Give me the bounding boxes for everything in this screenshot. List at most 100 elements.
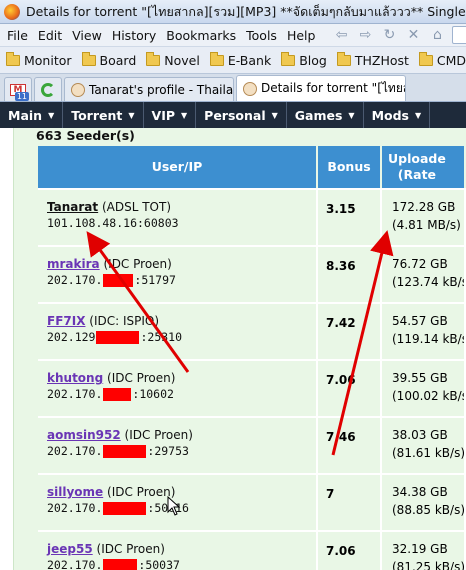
ip-redaction-block bbox=[103, 558, 138, 570]
ip-redaction-block bbox=[103, 444, 147, 458]
bookmark-folder[interactable]: Monitor bbox=[6, 51, 72, 68]
bookmark-folder[interactable]: Blog bbox=[281, 51, 327, 68]
title-bar: Details for torrent "[ไทยสากล][รวม][MP3]… bbox=[0, 0, 466, 24]
upload-rate: (4.81 MB/s) bbox=[392, 218, 461, 232]
menu-bar: File Edit View History Bookmarks Tools H… bbox=[0, 24, 466, 46]
ip-address: 202.170.:51797 bbox=[47, 273, 316, 287]
bookmark-folder[interactable]: THZHost bbox=[336, 51, 409, 68]
ip-port: :50037 bbox=[138, 558, 180, 570]
menu-edit[interactable]: Edit bbox=[33, 28, 67, 43]
reload-icon[interactable]: ↻ bbox=[380, 27, 398, 43]
address-bar[interactable] bbox=[452, 26, 466, 44]
header-user-ip: User/IP bbox=[38, 146, 318, 188]
ip-redaction-block bbox=[103, 387, 132, 401]
seeder-table: User/IP Bonus Uploade (Rate Tanarat (ADSL… bbox=[38, 146, 466, 570]
ip-port: :25310 bbox=[140, 330, 183, 344]
cell-bonus: 7.06 bbox=[318, 361, 382, 416]
bookmark-folder[interactable]: E-Bank bbox=[209, 51, 272, 68]
menu-history[interactable]: History bbox=[107, 28, 161, 43]
tab-profile[interactable]: Tanarat's profile - Thailand Bittorrent … bbox=[64, 77, 234, 101]
uploaded-amount: 76.72 GB bbox=[392, 257, 448, 271]
cell-uploaded: 34.38 GB (88.85 kB/s) bbox=[382, 475, 466, 530]
nav-mods[interactable]: Mods ▼ bbox=[364, 102, 431, 128]
cell-uploaded: 172.28 GB (4.81 MB/s) bbox=[382, 190, 466, 245]
uploaded-amount: 172.28 GB bbox=[392, 200, 456, 214]
dropdown-arrow-icon: ▼ bbox=[415, 110, 422, 120]
username-link[interactable]: FF7IX bbox=[47, 314, 85, 328]
menu-bookmarks[interactable]: Bookmarks bbox=[161, 28, 241, 43]
menu-tools[interactable]: Tools bbox=[241, 28, 282, 43]
tab-torrent-details[interactable]: Details for torrent "[ไทยส bbox=[236, 75, 406, 101]
folder-icon bbox=[209, 51, 224, 66]
folder-icon bbox=[281, 51, 296, 66]
ip-port: :51797 bbox=[134, 273, 176, 287]
bookmark-folder[interactable]: Novel bbox=[146, 51, 200, 68]
tab-label: Tanarat's profile - Thailand Bittorrent … bbox=[89, 82, 234, 97]
table-row: jeep55 (IDC Proen) 202.170.:50037 7.06 3… bbox=[38, 530, 466, 570]
unread-count-badge: 11 bbox=[14, 92, 29, 101]
menu-help[interactable]: Help bbox=[282, 28, 321, 43]
header-uploaded: Uploade (Rate bbox=[382, 146, 466, 188]
nav-personal[interactable]: Personal ▼ bbox=[196, 102, 287, 128]
loading-icon bbox=[41, 82, 55, 97]
nav-main[interactable]: Main ▼ bbox=[0, 102, 64, 128]
folder-icon bbox=[146, 51, 161, 66]
dropdown-arrow-icon: ▼ bbox=[348, 110, 355, 120]
nav-label: Mods bbox=[371, 107, 409, 123]
username-link[interactable]: mrakira bbox=[47, 257, 100, 271]
bookmark-label: Blog bbox=[299, 52, 327, 68]
isp-label: (IDC Proen) bbox=[107, 371, 176, 385]
username-link[interactable]: Tanarat bbox=[47, 200, 98, 214]
ip-address: 202.170.:10602 bbox=[47, 387, 316, 401]
nav-torrent[interactable]: Torrent ▼ bbox=[63, 102, 144, 128]
menu-file[interactable]: File bbox=[2, 28, 33, 43]
ip-prefix: 202.170. bbox=[47, 444, 103, 458]
cell-user-ip: sillyome (IDC Proen) 202.170.:50016 bbox=[38, 475, 318, 530]
header-uploaded-line2: (Rate bbox=[397, 167, 437, 182]
dropdown-arrow-icon: ▼ bbox=[128, 110, 135, 120]
home-icon[interactable]: ⌂ bbox=[428, 27, 446, 43]
cell-user-ip: Tanarat (ADSL TOT) 101.108.48.16:60803 bbox=[38, 190, 318, 245]
upload-rate: (123.74 kB/s bbox=[392, 275, 466, 289]
bookmark-label: CMD bbox=[436, 52, 466, 68]
bookmark-label: E-Bank bbox=[227, 52, 272, 68]
isp-label: (IDC Proen) bbox=[107, 485, 176, 499]
uploaded-amount: 38.03 GB bbox=[392, 428, 448, 442]
tab-loading[interactable] bbox=[34, 77, 62, 101]
tab-gmail[interactable]: M 11 bbox=[4, 77, 32, 101]
cell-bonus: 7 bbox=[318, 475, 382, 530]
table-body: Tanarat (ADSL TOT) 101.108.48.16:60803 3… bbox=[38, 188, 466, 570]
window-title: Details for torrent "[ไทยสากล][รวม][MP3]… bbox=[26, 3, 466, 19]
table-row: FF7IX (IDC: ISPIO) 202.129:25310 7.42 54… bbox=[38, 302, 466, 359]
bookmark-folder[interactable]: CMD bbox=[418, 51, 466, 68]
menu-view[interactable]: View bbox=[67, 28, 107, 43]
ip-prefix: 202.129 bbox=[47, 330, 96, 344]
uploaded-amount: 39.55 GB bbox=[392, 371, 448, 385]
table-row: khutong (IDC Proen) 202.170.:10602 7.06 … bbox=[38, 359, 466, 416]
bookmark-label: THZHost bbox=[354, 52, 409, 68]
ip-prefix: 202.170. bbox=[47, 558, 103, 570]
site-nav: Main ▼ Torrent ▼ VIP ▼ Personal ▼ Games ▼ Mod… bbox=[0, 102, 466, 128]
ip-address: 202.170.:29753 bbox=[47, 444, 316, 458]
stop-icon[interactable]: ✕ bbox=[404, 27, 422, 43]
nav-vip[interactable]: VIP ▼ bbox=[144, 102, 197, 128]
username-link[interactable]: sillyome bbox=[47, 485, 103, 499]
isp-label: (IDC Proen) bbox=[96, 542, 165, 556]
site-favicon-icon bbox=[243, 81, 257, 96]
ip-prefix: 202.170. bbox=[47, 387, 103, 401]
bookmark-folder[interactable]: Board bbox=[81, 51, 136, 68]
cell-user-ip: jeep55 (IDC Proen) 202.170. :50037 bbox=[38, 532, 318, 570]
nav-games[interactable]: Games ▼ bbox=[287, 102, 364, 128]
username-link[interactable]: aomsin952 bbox=[47, 428, 121, 442]
nav-label: Personal bbox=[204, 107, 266, 123]
folder-icon bbox=[418, 51, 433, 66]
username-link[interactable]: jeep55 bbox=[47, 542, 93, 556]
upload-rate: (81.61 kB/s) bbox=[392, 446, 466, 460]
cell-bonus: 3.15 bbox=[318, 190, 382, 245]
nav-label: Torrent bbox=[71, 107, 123, 123]
cell-bonus: 7.46 bbox=[318, 418, 382, 473]
forward-arrow-icon[interactable]: ⇨ bbox=[356, 27, 374, 43]
username-link[interactable]: khutong bbox=[47, 371, 103, 385]
back-arrow-icon[interactable]: ⇦ bbox=[332, 27, 350, 43]
folder-icon bbox=[336, 51, 351, 66]
